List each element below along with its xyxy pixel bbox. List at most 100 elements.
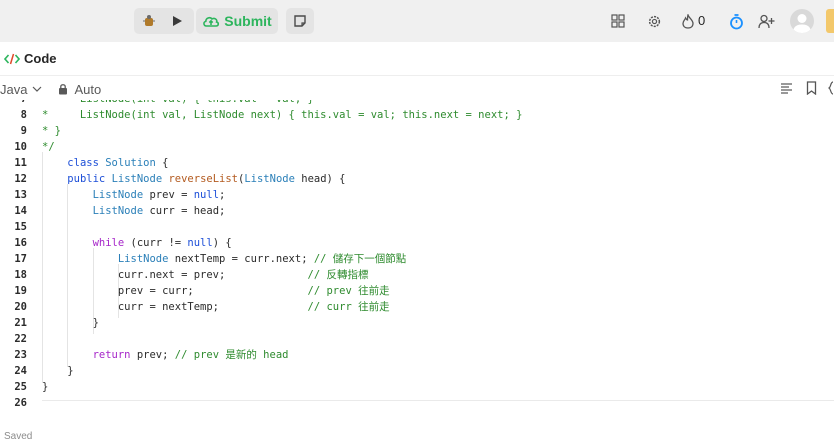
code-line[interactable]: 10 */	[0, 139, 834, 155]
editor-toolbar: Java Auto	[0, 76, 834, 102]
lock-icon	[59, 84, 68, 95]
notes-button[interactable]	[286, 8, 314, 34]
code-editor[interactable]: 7 * ListNode(int val) { this.val = val; }…	[0, 100, 834, 415]
code-token: class	[67, 157, 99, 169]
code-text: public ListNode reverseList(ListNode hea…	[42, 171, 345, 187]
code-token: ListNode	[244, 173, 295, 185]
line-number: 10	[14, 141, 27, 153]
code-token: return	[92, 349, 131, 361]
code-token: ListNode	[92, 189, 144, 201]
line-number: 26	[14, 397, 27, 409]
code-token: curr = head;	[143, 205, 226, 217]
code-text: curr.next = prev; // 反轉指標	[42, 267, 369, 283]
code-token: }	[42, 365, 74, 377]
code-text: prev = curr; // prev 往前走	[42, 283, 390, 299]
auto-mode[interactable]: Auto	[58, 82, 101, 97]
code-token: public	[67, 173, 106, 185]
line-number: 17	[14, 253, 27, 265]
code-token: // prev 往前走	[307, 285, 390, 297]
line-number: 8	[20, 109, 27, 121]
line-number: 14	[14, 205, 27, 217]
code-line[interactable]: 21 }	[0, 315, 834, 331]
code-panel-title: Code	[24, 51, 57, 66]
code-token: while	[92, 237, 125, 249]
bookmark-icon[interactable]	[806, 81, 817, 95]
run-icon[interactable]	[166, 12, 188, 30]
code-text: ListNode prev = null;	[42, 187, 226, 203]
code-line[interactable]: 19 prev = curr; // prev 往前走	[0, 283, 834, 299]
code-line[interactable]: 17 ListNode nextTemp = curr.next; // 儲存下…	[0, 251, 834, 267]
line-number: 18	[14, 269, 27, 281]
settings-icon[interactable]	[645, 12, 663, 30]
code-line[interactable]: 22	[0, 331, 834, 347]
code-icon	[4, 53, 20, 65]
flame-icon[interactable]	[680, 12, 696, 30]
code-token: {	[155, 157, 169, 169]
line-number: 24	[14, 365, 27, 377]
line-number: 9	[20, 125, 27, 137]
line-number: 15	[14, 221, 27, 233]
code-token: Solution	[105, 157, 156, 169]
layout-icon[interactable]	[609, 12, 627, 30]
code-line[interactable]: 11 class Solution {	[0, 155, 834, 171]
code-token: prev;	[130, 349, 175, 361]
code-text: */	[42, 139, 55, 155]
code-token: // 儲存下一個節點	[313, 253, 407, 265]
top-bar: Submit 0	[0, 0, 834, 42]
debug-run-group	[134, 8, 194, 34]
submit-label: Submit	[224, 13, 272, 29]
code-token: ) {	[212, 237, 232, 249]
code-line[interactable]: 18 curr.next = prev; // 反轉指標	[0, 267, 834, 283]
code-line[interactable]: 16 while (curr != null) {	[0, 235, 834, 251]
language-select[interactable]: Java	[0, 82, 42, 97]
code-text: * ListNode(int val, ListNode next) { thi…	[42, 107, 522, 123]
code-line[interactable]: 25}	[0, 379, 834, 395]
avatar[interactable]	[790, 9, 814, 33]
code-line[interactable]: 23 return prev; // prev 是新的 head	[0, 347, 834, 363]
code-token: ListNode	[92, 205, 144, 217]
code-line[interactable]: 7 * ListNode(int val) { this.val = val; }	[0, 100, 834, 107]
code-line[interactable]: 14 ListNode curr = head;	[0, 203, 834, 219]
code-line[interactable]: 8 * ListNode(int val, ListNode next) { th…	[0, 107, 834, 123]
code-text: ListNode curr = head;	[42, 203, 226, 219]
code-text: * }	[42, 123, 61, 139]
premium-badge[interactable]	[826, 9, 834, 33]
code-token: curr.next = prev;	[42, 269, 308, 281]
format-icon[interactable]	[780, 82, 793, 94]
code-token: // prev 是新的 head	[174, 349, 289, 361]
line-number: 25	[14, 381, 27, 393]
timer-icon[interactable]	[727, 11, 745, 31]
line-number: 7	[0, 100, 27, 107]
code-token: (curr !=	[124, 237, 188, 249]
line-number: 23	[14, 349, 27, 361]
submit-button[interactable]: Submit	[196, 8, 278, 34]
add-user-icon[interactable]	[756, 12, 776, 30]
code-text: return prev; // prev 是新的 head	[42, 347, 289, 363]
code-line[interactable]: 12 public ListNode reverseList(ListNode …	[0, 171, 834, 187]
code-text: curr = nextTemp; // curr 往前走	[42, 299, 390, 315]
line-number: 19	[14, 285, 27, 297]
code-token: ListNode	[111, 173, 163, 185]
code-line[interactable]: 9 * }	[0, 123, 834, 139]
line-number: 12	[14, 173, 27, 185]
code-line[interactable]: 26	[0, 395, 834, 411]
debug-icon[interactable]	[138, 12, 160, 30]
brace-icon[interactable]	[828, 81, 834, 95]
code-panel-header: Code	[0, 42, 834, 76]
code-line[interactable]: 15	[0, 219, 834, 235]
code-line[interactable]: 20 curr = nextTemp; // curr 往前走	[0, 299, 834, 315]
line-number: 20	[14, 301, 27, 313]
code-token: nextTemp = curr.next;	[168, 253, 314, 265]
code-line[interactable]: 24 }	[0, 363, 834, 379]
code-token: null	[193, 189, 220, 201]
line-number: 13	[14, 189, 27, 201]
line-number: 21	[14, 317, 27, 329]
cloud-upload-icon	[202, 14, 220, 28]
code-token: prev = curr;	[42, 285, 308, 297]
code-text: ListNode nextTemp = curr.next; // 儲存下一個節…	[42, 251, 406, 267]
code-line[interactable]: 13 ListNode prev = null;	[0, 187, 834, 203]
